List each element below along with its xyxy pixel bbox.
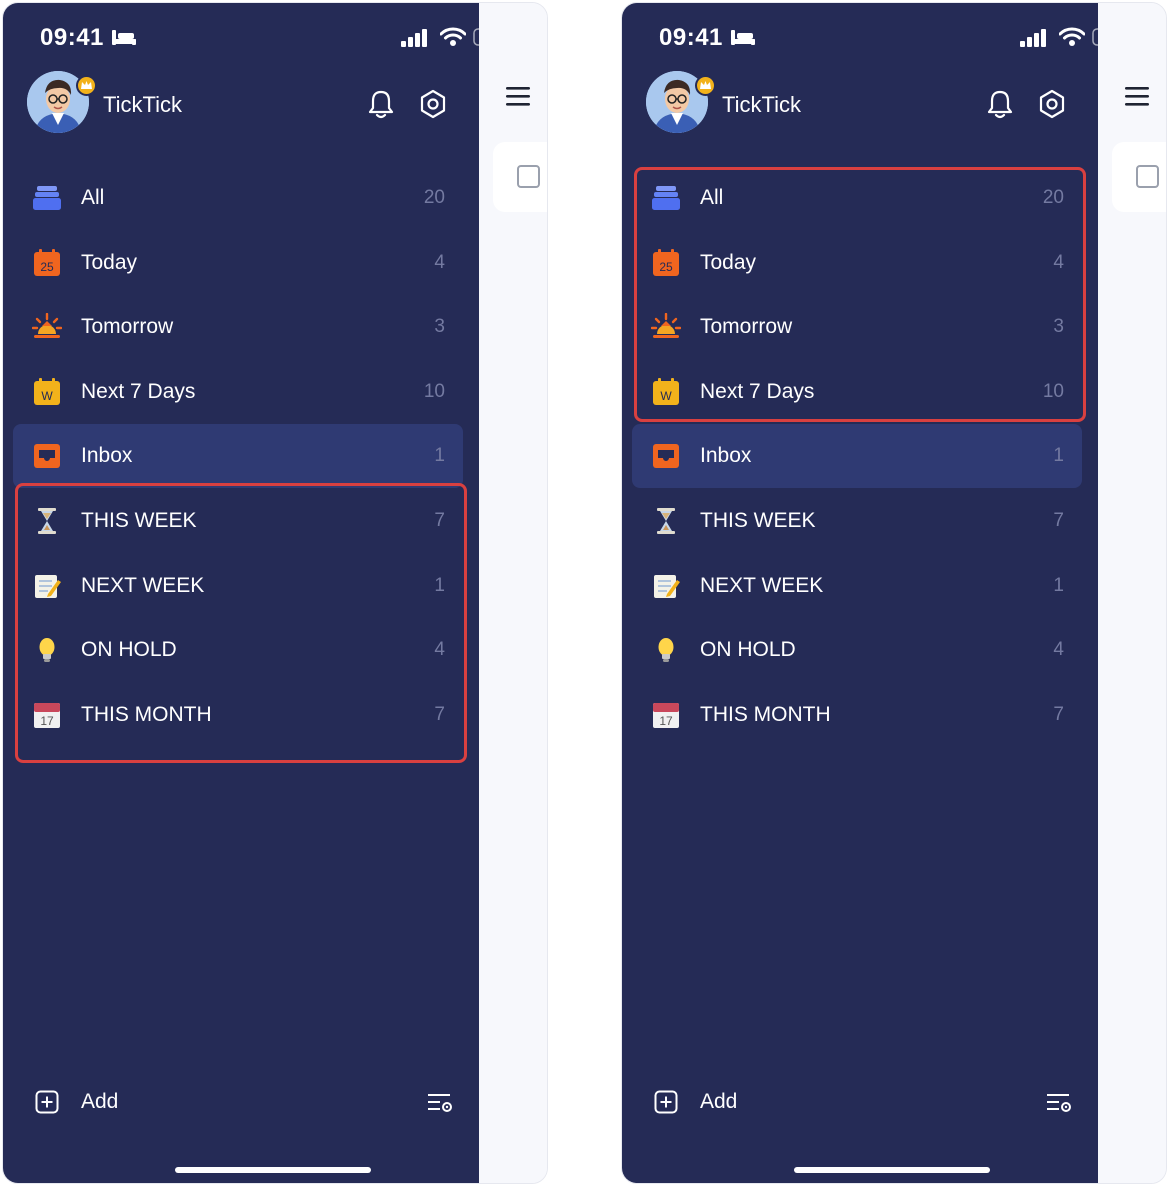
nav-item-label: Today bbox=[81, 250, 138, 274]
task-checkbox[interactable] bbox=[1136, 165, 1159, 188]
nav-item-label: ON HOLD bbox=[700, 638, 796, 662]
nav-item-inbox[interactable]: Inbox 1 bbox=[632, 424, 1082, 488]
nav-item-label: Inbox bbox=[81, 444, 133, 467]
nav-item-count: 10 bbox=[423, 380, 445, 402]
add-list-icon[interactable] bbox=[35, 1090, 59, 1119]
nav-item-count: 4 bbox=[1053, 639, 1064, 661]
premium-crown-icon bbox=[695, 75, 716, 96]
sunrise-icon bbox=[31, 312, 63, 341]
sleep-focus-icon bbox=[730, 27, 756, 52]
nav-item-label: NEXT WEEK bbox=[700, 573, 824, 597]
sidebar-drawer: 09:41 TickTick All 20 25 Today 4 Tomorro… bbox=[3, 3, 505, 1183]
svg-text:17: 17 bbox=[659, 714, 673, 728]
memo-icon bbox=[651, 572, 681, 600]
nav-item-this-month[interactable]: 17 THIS MONTH 7 bbox=[632, 683, 1082, 747]
list-settings-icon[interactable] bbox=[1045, 1092, 1073, 1119]
app-title: TickTick bbox=[722, 92, 802, 117]
nav-item-count: 7 bbox=[1053, 703, 1064, 725]
app-title: TickTick bbox=[103, 92, 183, 117]
phone-screen: 09:41 TickTick All 20 25 Today 4 Tomorro… bbox=[2, 2, 548, 1184]
inbox-icon bbox=[651, 442, 681, 470]
settings-icon[interactable] bbox=[418, 89, 448, 124]
list-settings-icon[interactable] bbox=[426, 1092, 454, 1119]
nav-item-next-7-days[interactable]: W Next 7 Days 10 bbox=[13, 360, 463, 424]
nav-item-tomorrow[interactable]: Tomorrow 3 bbox=[13, 295, 463, 359]
nav-item-count: 4 bbox=[434, 251, 445, 273]
add-list-button[interactable]: Add bbox=[700, 1090, 737, 1114]
hamburger-menu-icon[interactable] bbox=[1124, 85, 1150, 112]
wifi-icon bbox=[1058, 27, 1086, 52]
svg-text:25: 25 bbox=[40, 260, 54, 274]
nav-item-today[interactable]: 25 Today 4 bbox=[13, 231, 463, 295]
task-card[interactable] bbox=[493, 142, 547, 212]
task-list-panel[interactable] bbox=[1098, 3, 1166, 1183]
nav-item-all[interactable]: All 20 bbox=[13, 166, 463, 230]
add-list-button[interactable]: Add bbox=[81, 1090, 118, 1114]
nav-item-next-week[interactable]: NEXT WEEK 1 bbox=[632, 554, 1082, 618]
nav-item-inbox[interactable]: Inbox 1 bbox=[13, 424, 463, 488]
bell-icon[interactable] bbox=[367, 89, 395, 124]
nav-item-count: 7 bbox=[1053, 510, 1064, 531]
hourglass-icon bbox=[651, 507, 681, 535]
bell-icon[interactable] bbox=[986, 89, 1014, 124]
nav-item-this-week[interactable]: THIS WEEK 7 bbox=[632, 489, 1082, 553]
add-list-icon[interactable] bbox=[654, 1090, 678, 1119]
calendar-today-icon: 25 bbox=[32, 248, 62, 277]
calendar-icon: 17 bbox=[651, 701, 681, 729]
inbox-icon bbox=[32, 442, 62, 470]
nav-item-label: THIS WEEK bbox=[700, 509, 816, 532]
highlight-box bbox=[634, 167, 1086, 422]
nav-item-label: Tomorrow bbox=[81, 315, 174, 339]
nav-item-count: 1 bbox=[1053, 445, 1064, 466]
status-time: 09:41 bbox=[659, 24, 723, 51]
nav-item-label: Next 7 Days bbox=[81, 379, 196, 403]
settings-icon[interactable] bbox=[1037, 89, 1067, 124]
svg-text:W: W bbox=[41, 389, 53, 403]
sidebar-drawer: 09:41 TickTick All 20 25 Today 4 Tomorro… bbox=[622, 3, 1124, 1183]
nav-item-count: 1 bbox=[1053, 574, 1064, 596]
nav-item-label: THIS MONTH bbox=[700, 702, 831, 726]
home-indicator bbox=[175, 1167, 371, 1173]
phone-screen: 09:41 TickTick All 20 25 Today 4 Tomorro… bbox=[621, 2, 1167, 1184]
cellular-signal-icon bbox=[401, 29, 429, 52]
wifi-icon bbox=[439, 27, 467, 52]
nav-item-label: All bbox=[81, 186, 105, 209]
stack-icon bbox=[32, 184, 62, 212]
task-list-panel[interactable] bbox=[479, 3, 547, 1183]
nav-item-count: 20 bbox=[423, 187, 445, 208]
task-card[interactable] bbox=[1112, 142, 1166, 212]
lightbulb-icon bbox=[651, 636, 681, 664]
sleep-focus-icon bbox=[111, 27, 137, 52]
nav-item-on-hold[interactable]: ON HOLD 4 bbox=[632, 618, 1082, 682]
task-checkbox[interactable] bbox=[517, 165, 540, 188]
highlight-box bbox=[15, 483, 467, 763]
nav-item-count: 1 bbox=[434, 445, 445, 466]
premium-crown-icon bbox=[76, 75, 97, 96]
nav-item-label: Inbox bbox=[700, 444, 752, 467]
calendar-week-icon: W bbox=[32, 377, 62, 406]
cellular-signal-icon bbox=[1020, 29, 1048, 52]
status-time: 09:41 bbox=[40, 24, 104, 51]
home-indicator bbox=[794, 1167, 990, 1173]
hamburger-menu-icon[interactable] bbox=[505, 85, 531, 112]
nav-item-count: 3 bbox=[434, 316, 445, 338]
